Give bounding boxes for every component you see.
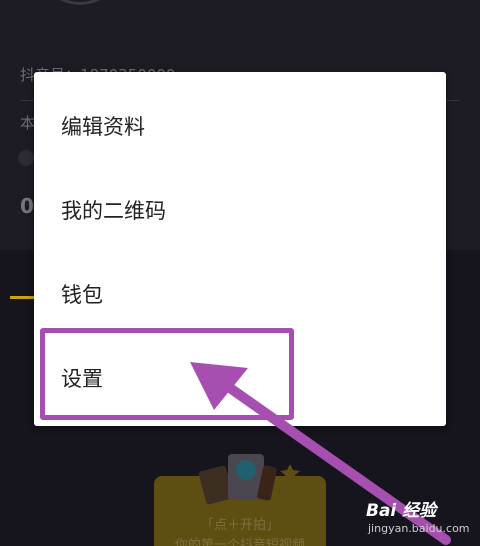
settings-highlight-box <box>40 328 294 420</box>
promo-subtitle: 你的第一个抖音短视频 <box>174 538 305 546</box>
follow-count: 0 <box>20 194 34 218</box>
watermark-logo: Bai 经验 <box>366 501 437 521</box>
tab-indicator <box>10 296 36 299</box>
menu-item-label: 我的二维码 <box>61 199 166 223</box>
watermark-url: jingyan.baidu.com <box>368 522 470 535</box>
gender-tag <box>18 150 34 166</box>
menu-item-wallet[interactable]: 钱包 <box>34 252 446 336</box>
promo-title: 「点＋开拍」 <box>200 518 279 533</box>
first-video-promo-card: 「点＋开拍」 你的第一个抖音短视频 <box>154 454 326 546</box>
menu-item-label: 钱包 <box>61 283 103 307</box>
menu-item-edit-profile[interactable]: 编辑资料 <box>34 84 446 168</box>
promo-illustration-icon <box>198 454 300 505</box>
bio-text: 本 <box>20 114 36 132</box>
baidu-jingyan-watermark: Bai 经验 jingyan.baidu.com <box>366 494 478 544</box>
avatar <box>40 0 120 5</box>
menu-item-label: 编辑资料 <box>61 115 145 139</box>
menu-item-qr-code[interactable]: 我的二维码 <box>34 168 446 252</box>
